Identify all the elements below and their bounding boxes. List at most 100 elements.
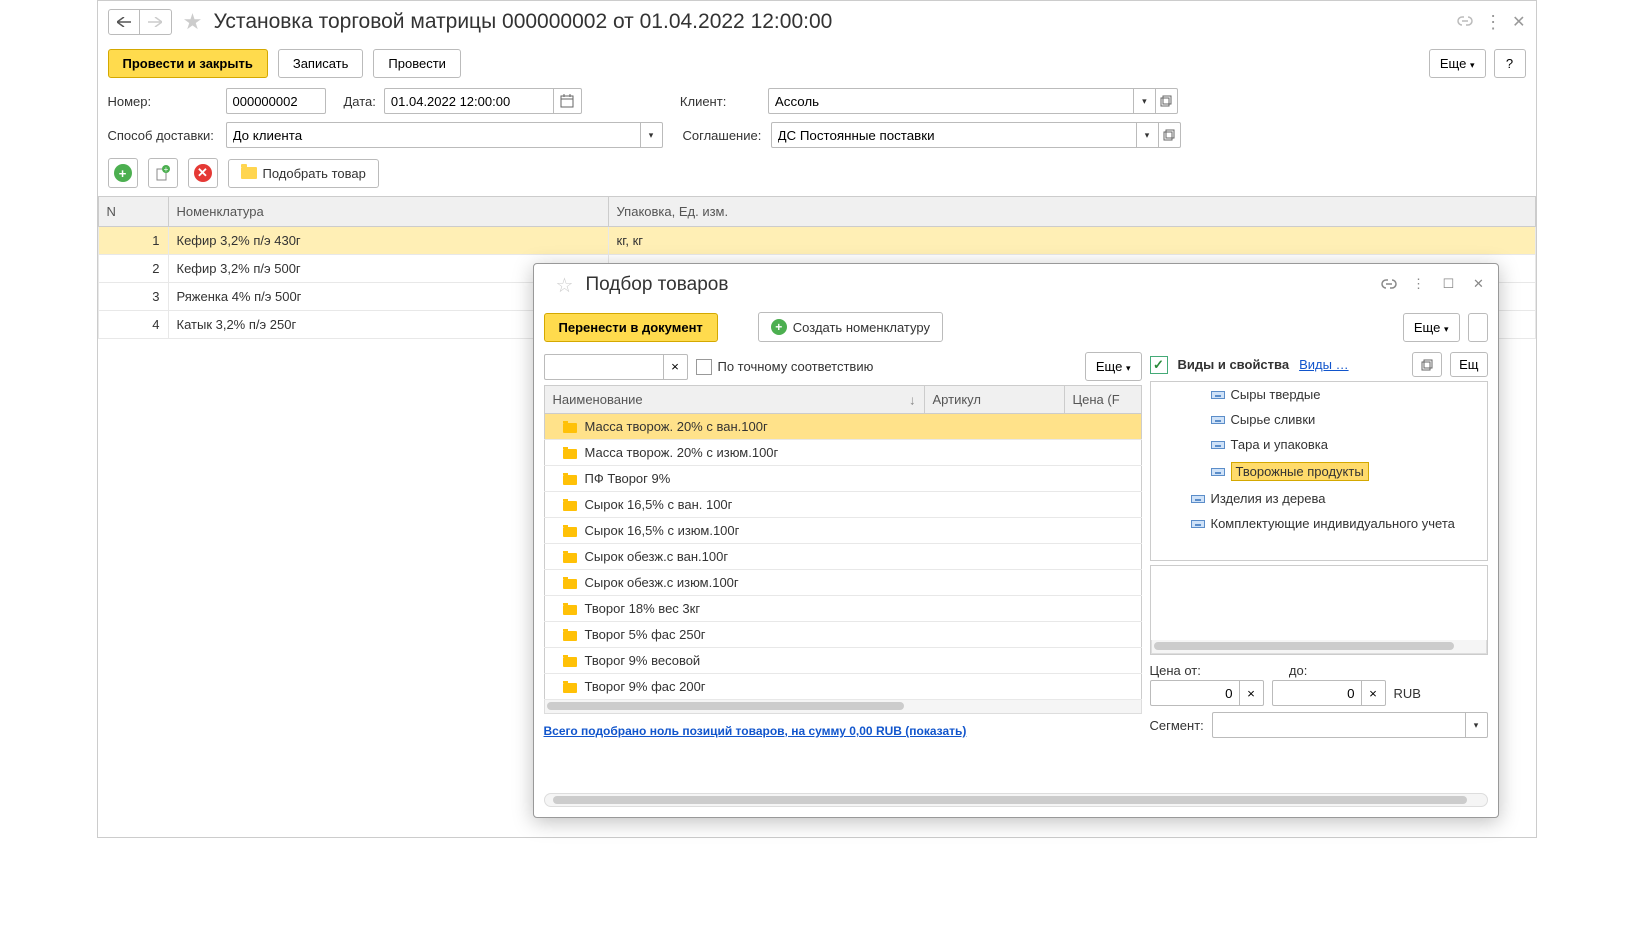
search-input[interactable] xyxy=(544,354,664,380)
list-item[interactable]: Творог 9% весовой xyxy=(544,648,1141,674)
clear-search-button[interactable]: × xyxy=(664,354,688,380)
open-icon xyxy=(1160,95,1172,107)
folder-icon xyxy=(563,683,577,693)
list-item[interactable]: Сырок 16,5% с изюм.100г xyxy=(544,518,1141,544)
dialog-extra-button[interactable] xyxy=(1468,313,1488,342)
client-dropdown-button[interactable]: ▾ xyxy=(1134,88,1156,114)
col-price[interactable]: Цена (F xyxy=(1064,386,1141,414)
arrow-right-icon xyxy=(148,17,162,27)
help-button[interactable]: ? xyxy=(1494,49,1526,78)
post-and-close-button[interactable]: Провести и закрыть xyxy=(108,49,268,78)
tree-item[interactable]: Творожные продукты xyxy=(1151,457,1487,486)
pick-goods-button[interactable]: Подобрать товар xyxy=(228,159,379,188)
col-packaging[interactable]: Упаковка, Ед. изм. xyxy=(608,197,1535,227)
tree-item[interactable]: Сырье сливки xyxy=(1151,407,1487,432)
price-to-field[interactable] xyxy=(1272,680,1362,706)
write-button[interactable]: Записать xyxy=(278,49,364,78)
dialog-star-icon[interactable]: ☆ xyxy=(552,272,578,298)
client-open-button[interactable] xyxy=(1156,88,1178,114)
list-hscroll[interactable] xyxy=(544,700,1142,714)
number-field[interactable] xyxy=(226,88,326,114)
collapse-icon xyxy=(1211,441,1225,449)
types-title: Виды и свойства xyxy=(1178,357,1290,372)
properties-hscroll[interactable] xyxy=(1151,640,1487,654)
col-article[interactable]: Артикул xyxy=(924,386,1064,414)
link-icon[interactable] xyxy=(1456,13,1474,31)
add-row-button[interactable]: + xyxy=(108,158,138,188)
open-icon xyxy=(1163,129,1175,141)
types-link[interactable]: Виды … xyxy=(1299,357,1348,372)
price-from-field[interactable] xyxy=(1150,680,1240,706)
dialog-close-icon[interactable]: ✕ xyxy=(1470,276,1488,294)
tree-item[interactable]: Изделия из дерева xyxy=(1151,486,1487,511)
folder-icon xyxy=(563,449,577,459)
checkbox-icon xyxy=(696,359,712,375)
folder-icon xyxy=(563,631,577,641)
list-item[interactable]: Творог 5% фас 250г xyxy=(544,622,1141,648)
col-nomenclature[interactable]: Номенклатура xyxy=(168,197,608,227)
transfer-button[interactable]: Перенести в документ xyxy=(544,313,718,342)
client-field[interactable] xyxy=(768,88,1134,114)
delivery-field[interactable] xyxy=(226,122,641,148)
types-checkbox[interactable]: ✓ xyxy=(1150,356,1168,374)
price-from-clear[interactable]: × xyxy=(1240,680,1264,706)
kebab-menu-icon[interactable]: ⋮ xyxy=(1484,12,1502,33)
list-item[interactable]: ПФ Творог 9% xyxy=(544,466,1141,492)
collapse-icon xyxy=(1191,495,1205,503)
dialog-kebab-icon[interactable]: ⋮ xyxy=(1410,276,1428,294)
more-button[interactable]: Еще ▾ xyxy=(1429,49,1486,78)
left-more-button[interactable]: Еще ▾ xyxy=(1085,352,1142,381)
tree-item[interactable]: Тара и упаковка xyxy=(1151,432,1487,457)
list-item[interactable]: Масса творож. 20% с изюм.100г xyxy=(544,440,1141,466)
client-label: Клиент: xyxy=(680,94,760,109)
segment-dropdown-button[interactable]: ▾ xyxy=(1466,712,1488,738)
collapse-icon xyxy=(1211,391,1225,399)
list-item[interactable]: Творог 9% фас 200г xyxy=(544,674,1141,700)
delete-row-button[interactable]: ✕ xyxy=(188,158,218,188)
folder-icon xyxy=(563,423,577,433)
close-icon[interactable]: ✕ xyxy=(1512,12,1525,32)
copy-add-icon: + xyxy=(155,165,171,181)
properties-box xyxy=(1150,565,1488,655)
plus-icon: + xyxy=(114,164,132,182)
create-nomenclature-button[interactable]: + Создать номенклатуру xyxy=(758,312,943,342)
segment-field[interactable] xyxy=(1212,712,1466,738)
exact-match-checkbox[interactable]: По точному соответствию xyxy=(696,359,874,375)
favorite-star-icon[interactable]: ★ xyxy=(180,9,206,35)
nav-forward-button[interactable] xyxy=(140,9,172,35)
copy-row-button[interactable]: + xyxy=(148,158,178,188)
right-more-button[interactable]: Ещ xyxy=(1450,352,1487,377)
price-to-clear[interactable]: × xyxy=(1362,680,1386,706)
pick-goods-dialog: ☆ Подбор товаров ⋮ ☐ ✕ Перенести в докум… xyxy=(533,263,1499,818)
copy-tree-button[interactable] xyxy=(1412,352,1442,377)
svg-text:+: + xyxy=(163,165,168,174)
folder-icon xyxy=(563,553,577,563)
nav-back-button[interactable] xyxy=(108,9,140,35)
list-item[interactable]: Творог 18% вес 3кг xyxy=(544,596,1141,622)
dialog-bottom-scroll[interactable] xyxy=(544,793,1488,807)
agreement-field[interactable] xyxy=(771,122,1137,148)
dialog-maximize-icon[interactable]: ☐ xyxy=(1440,276,1458,294)
list-item[interactable]: Сырок обезж.с изюм.100г xyxy=(544,570,1141,596)
list-item[interactable]: Сырок обезж.с ван.100г xyxy=(544,544,1141,570)
tree-item[interactable]: Сыры твердые xyxy=(1151,382,1487,407)
agreement-open-button[interactable] xyxy=(1159,122,1181,148)
dialog-link-icon[interactable] xyxy=(1380,276,1398,294)
post-button[interactable]: Провести xyxy=(373,49,461,78)
tree-item[interactable]: Комплектующие индивидуального учета xyxy=(1151,511,1487,536)
delivery-dropdown-button[interactable]: ▾ xyxy=(641,122,663,148)
agreement-dropdown-button[interactable]: ▾ xyxy=(1137,122,1159,148)
dialog-more-button[interactable]: Еще ▾ xyxy=(1403,313,1460,342)
table-row[interactable]: 1Кефир 3,2% п/э 430гкг, кг xyxy=(98,227,1535,255)
date-field[interactable] xyxy=(384,88,554,114)
col-n[interactable]: N xyxy=(98,197,168,227)
folder-icon xyxy=(563,527,577,537)
summary-link[interactable]: Всего подобрано ноль позиций товаров, на… xyxy=(544,714,1142,742)
agreement-label: Соглашение: xyxy=(683,128,763,143)
list-item[interactable]: Масса творож. 20% с ван.100г xyxy=(544,414,1141,440)
col-name[interactable]: Наименование↓ xyxy=(544,386,924,414)
copy-icon xyxy=(1421,359,1433,371)
collapse-icon xyxy=(1191,520,1205,528)
calendar-button[interactable] xyxy=(554,88,582,114)
list-item[interactable]: Сырок 16,5% с ван. 100г xyxy=(544,492,1141,518)
